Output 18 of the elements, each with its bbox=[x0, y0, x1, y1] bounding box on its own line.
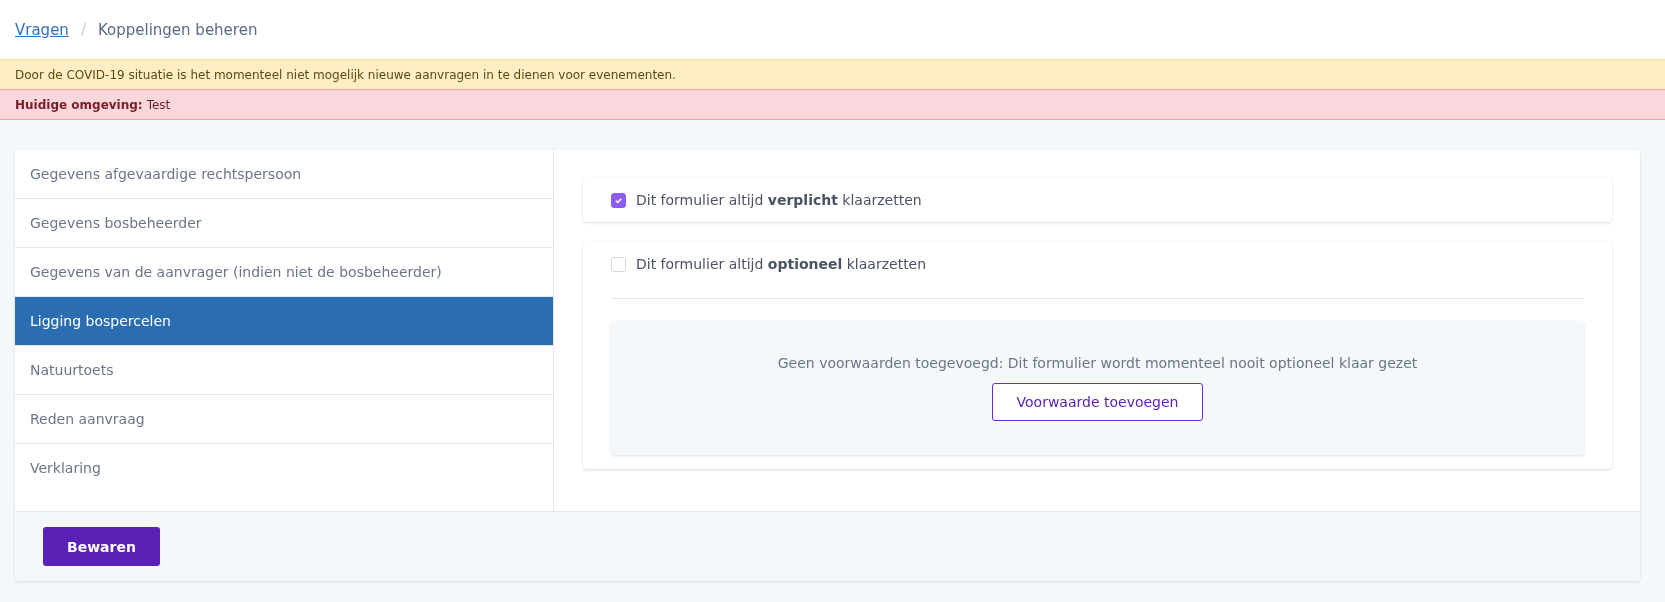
page-title: Koppelingen beheren bbox=[97, 20, 258, 39]
sidebar-item[interactable]: Gegevens afgevaardige rechtspersoon bbox=[15, 150, 553, 199]
breadcrumb-separator: / bbox=[80, 20, 86, 39]
sidebar-item[interactable]: Natuurtoets bbox=[15, 346, 553, 395]
empty-message: Geen voorwaarden toegevoegd: Dit formulier wordt momenteel nooit optioneel klaar gezet bbox=[777, 355, 1418, 371]
add-condition-button[interactable]: Voorwaarde toevoegen bbox=[991, 383, 1204, 421]
sidebar-item[interactable]: Ligging bospercelen bbox=[15, 297, 553, 346]
sidebar-item[interactable]: Verklaring bbox=[15, 444, 553, 492]
checkbox[interactable] bbox=[611, 192, 626, 208]
save-button[interactable]: Bewaren bbox=[43, 527, 160, 566]
sidebar-item[interactable]: Gegevens bosbeheerder bbox=[15, 199, 553, 248]
sidebar-item[interactable]: Reden aanvraag bbox=[15, 395, 553, 444]
checkbox-label: Dit formulier altijd optioneel klaarzetten bbox=[636, 256, 927, 272]
breadcrumb-link[interactable]: Vragen bbox=[15, 20, 69, 39]
notice-banner: Huidige omgeving: Test bbox=[0, 89, 1665, 120]
checkmark-icon bbox=[614, 195, 623, 205]
notice-banner: Door de COVID-19 situatie is het momenteel niet mogelijk nieuwe aanvragen in te dienen voor evenementen. bbox=[0, 59, 1665, 89]
checkbox-label: Dit formulier altijd verplicht klaarzetten bbox=[636, 192, 922, 208]
